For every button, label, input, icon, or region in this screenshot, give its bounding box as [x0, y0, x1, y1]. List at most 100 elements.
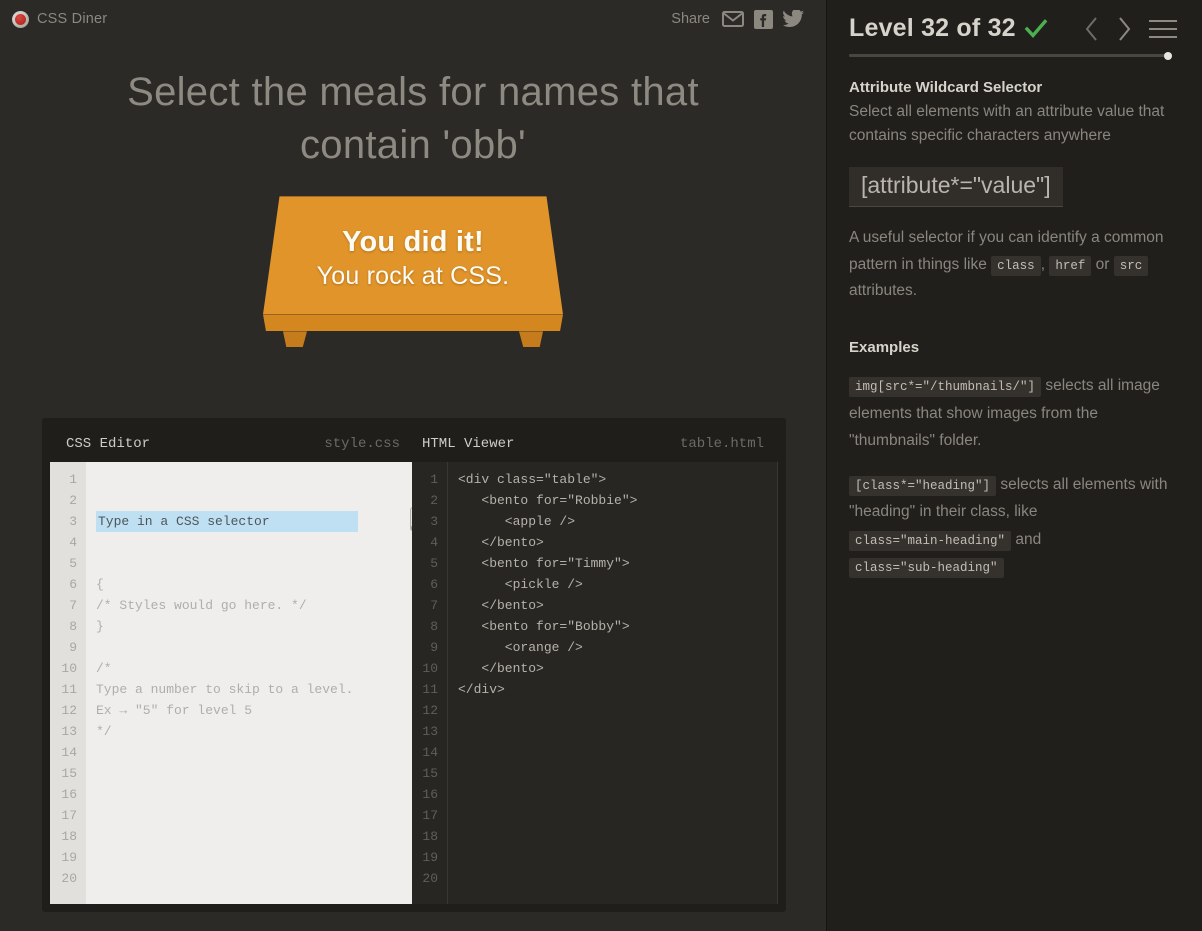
sidebar: Level 32 of 32 [826, 0, 1202, 931]
line-number: 1 [412, 469, 438, 490]
code-line: <apple /> [458, 511, 778, 532]
editor-bodies: 1234567891011121314151617181920 enter {/… [50, 462, 778, 904]
html-viewer-gutter: 1234567891011121314151617181920 [412, 462, 448, 904]
code-line [458, 700, 778, 721]
table-leg-right [519, 331, 543, 347]
line-number: 6 [50, 574, 77, 595]
page-title: Select the meals for names that contain … [63, 66, 763, 172]
editor-area: CSS Editor style.css HTML Viewer table.h… [42, 418, 786, 912]
code-line: </bento> [458, 658, 778, 679]
line-number: 10 [50, 658, 77, 679]
line-number: 9 [412, 637, 438, 658]
code-line [96, 637, 412, 658]
line-number: 15 [412, 763, 438, 784]
line-number: 12 [50, 700, 77, 721]
code-line: <div class="table"> [458, 469, 778, 490]
line-number: 11 [50, 679, 77, 700]
top-bar: CSS Diner Share [0, 0, 826, 38]
line-number: 19 [50, 847, 77, 868]
line-number: 18 [412, 826, 438, 847]
example-2-and: and [1015, 531, 1041, 548]
line-number: 9 [50, 637, 77, 658]
code-line [458, 742, 778, 763]
code-line [458, 847, 778, 868]
table-edge [263, 314, 563, 331]
line-number: 14 [50, 742, 77, 763]
code-line: Type a number to skip to a level. [96, 679, 412, 700]
code-line [458, 784, 778, 805]
line-number: 11 [412, 679, 438, 700]
selector-syntax-box: [attribute*="value"] [849, 167, 1063, 207]
twitter-share-icon[interactable] [783, 10, 804, 28]
css-editor-filename: style.css [324, 436, 400, 452]
line-number: 3 [412, 511, 438, 532]
green-check-icon [1024, 18, 1048, 40]
examples-title: Examples [849, 339, 1176, 356]
code-line [96, 868, 412, 889]
line-number: 3 [50, 511, 77, 532]
code-line: </bento> [458, 532, 778, 553]
facebook-share-icon[interactable] [754, 10, 773, 29]
html-viewer-code: <div class="table"> <bento for="Robbie">… [448, 462, 778, 904]
code-line: <bento for="Robbie"> [458, 490, 778, 511]
main-panel: CSS Diner Share [0, 0, 826, 931]
code-line: <orange /> [458, 637, 778, 658]
brand-name: CSS Diner [37, 11, 107, 27]
lesson-content: Attribute Wildcard Selector Select all e… [843, 57, 1178, 581]
code-line [458, 826, 778, 847]
css-editor-code[interactable]: enter {/* Styles would go here. */} /*Ty… [86, 462, 412, 904]
html-viewer-pane: 1234567891011121314151617181920 <div cla… [412, 462, 778, 904]
line-number: 2 [412, 490, 438, 511]
chevron-left-icon[interactable] [1084, 16, 1100, 42]
sidebar-header: Level 32 of 32 [843, 14, 1178, 43]
line-number: 19 [412, 847, 438, 868]
brand[interactable]: CSS Diner [12, 11, 107, 28]
usefulness-paragraph: A useful selector if you can identify a … [849, 225, 1176, 305]
line-number: 8 [412, 616, 438, 637]
dining-table: You did it! You rock at CSS. [263, 196, 563, 348]
code-line: /* [96, 658, 412, 679]
html-viewer-header: HTML Viewer table.html [412, 426, 778, 462]
level-progress-bar[interactable] [849, 54, 1172, 57]
code-line: <bento for="Bobby"> [458, 616, 778, 637]
table-leg-left [283, 331, 307, 347]
chip-src: src [1114, 256, 1149, 276]
css-diner-app: CSS Diner Share [0, 0, 1202, 931]
code-line: Ex → "5" for level 5 [96, 700, 412, 721]
chip-class: class [991, 256, 1041, 276]
line-number: 12 [412, 700, 438, 721]
css-editor-pane: 1234567891011121314151617181920 enter {/… [50, 462, 412, 904]
code-line [96, 826, 412, 847]
css-selector-input[interactable] [96, 511, 358, 532]
code-line [96, 763, 412, 784]
level-progress-knob[interactable] [1164, 52, 1172, 60]
css-editor-lines: {/* Styles would go here. */} /*Type a n… [96, 574, 412, 931]
code-line: */ [96, 721, 412, 742]
line-number: 17 [412, 805, 438, 826]
table-illustration: You did it! You rock at CSS. [0, 196, 826, 361]
line-number: 20 [50, 868, 77, 889]
code-line [458, 868, 778, 889]
usefulness-comma: , [1041, 256, 1045, 273]
line-number: 1 [50, 469, 77, 490]
lesson-subtitle: Select all elements with an attribute va… [849, 100, 1176, 149]
code-line: /* Styles would go here. */ [96, 595, 412, 616]
line-number: 14 [412, 742, 438, 763]
code-line [458, 763, 778, 784]
email-share-icon[interactable] [722, 11, 744, 27]
code-line [96, 742, 412, 763]
css-selector-input-row: enter [96, 511, 412, 532]
line-number: 18 [50, 826, 77, 847]
line-number: 8 [50, 616, 77, 637]
line-number: 4 [412, 532, 438, 553]
line-number: 13 [50, 721, 77, 742]
code-line [458, 721, 778, 742]
hamburger-menu-icon[interactable] [1148, 18, 1178, 40]
share-label: Share [671, 11, 710, 27]
chevron-right-icon[interactable] [1116, 16, 1132, 42]
code-line: { [96, 574, 412, 595]
line-number: 15 [50, 763, 77, 784]
line-number: 16 [50, 784, 77, 805]
code-line: </bento> [458, 595, 778, 616]
share-group: Share [671, 10, 804, 29]
